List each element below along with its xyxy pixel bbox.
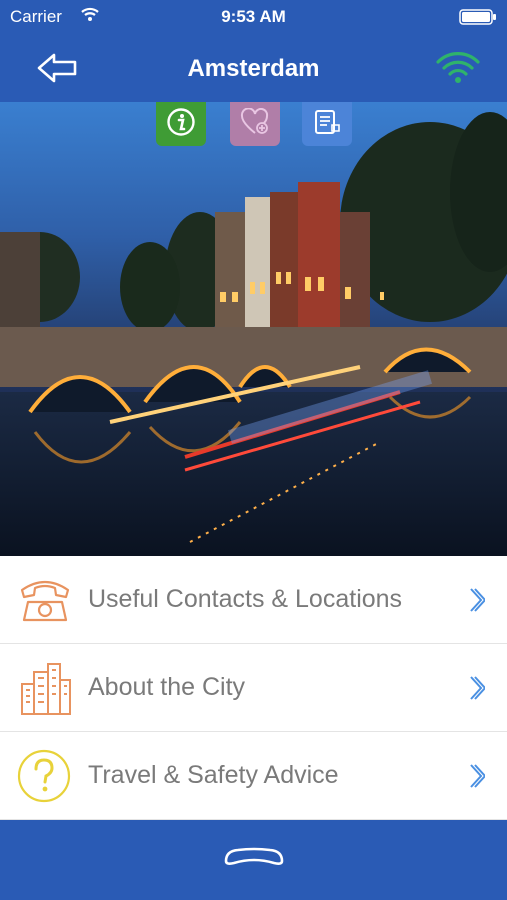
menu-item-useful-contacts[interactable]: Useful Contacts & Locations: [0, 556, 507, 644]
menu-item-label: Useful Contacts & Locations: [88, 585, 403, 613]
drawer-handle-icon[interactable]: [222, 846, 286, 873]
menu-item-travel-safety[interactable]: Travel & Safety Advice: [0, 732, 507, 820]
wifi-icon: [435, 50, 481, 89]
bottom-bar: [0, 820, 507, 900]
menu-item-label: Travel & Safety Advice: [88, 761, 339, 789]
question-mark-icon: [16, 748, 74, 804]
telephone-icon: [16, 572, 74, 628]
page-title: Amsterdam: [187, 55, 320, 82]
quick-actions: [0, 102, 507, 148]
notes-icon: [312, 108, 342, 141]
status-bar: Carrier 9:53 AM: [0, 0, 507, 34]
city-buildings-icon: [16, 660, 74, 716]
menu-item-label: About the City: [88, 673, 246, 701]
menu-item-about-city[interactable]: About the City: [0, 644, 507, 732]
chevron-right-icon: [469, 675, 487, 706]
menu-list: Useful Contacts & Locations About the Ci…: [0, 556, 507, 820]
navigation-bar: Amsterdam: [0, 34, 507, 102]
notes-button[interactable]: [302, 102, 352, 146]
chevron-right-icon: [469, 763, 487, 794]
heart-plus-icon: [240, 107, 270, 141]
amsterdam-canal-image: [0, 102, 507, 556]
info-button[interactable]: [156, 102, 206, 146]
clock: 9:53 AM: [221, 7, 286, 26]
info-icon: [166, 107, 196, 142]
battery-icon: [459, 9, 497, 30]
city-photo: [0, 102, 507, 556]
chevron-right-icon: [469, 587, 487, 618]
add-favorite-button[interactable]: [230, 102, 280, 146]
